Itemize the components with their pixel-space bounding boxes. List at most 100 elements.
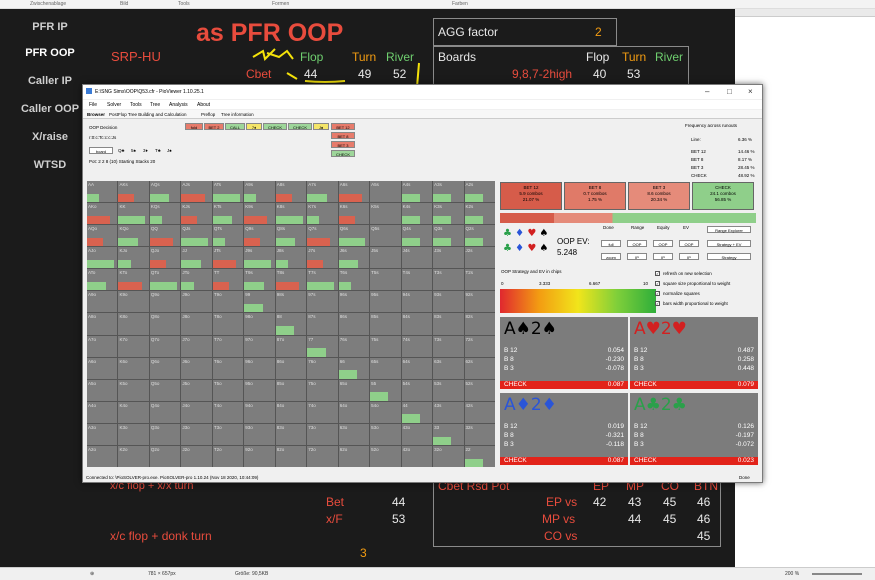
hand-cell[interactable]: T8s — [275, 269, 307, 291]
hand-cell[interactable]: K2o — [118, 445, 149, 467]
hand-cell[interactable]: JTs — [212, 247, 244, 269]
menu-solver[interactable]: Solver — [107, 102, 121, 108]
hand-cell[interactable]: 93s — [433, 291, 464, 313]
hand-cell[interactable]: T9o — [212, 291, 244, 313]
hand-cell[interactable]: K9s — [244, 203, 275, 225]
hand-cell[interactable]: 92o — [244, 445, 275, 467]
minimize-icon[interactable]: – — [705, 87, 709, 96]
hand-cell[interactable]: A8o — [87, 313, 118, 335]
hand-cell[interactable]: K6o — [118, 357, 149, 379]
hand-cell[interactable]: J5o — [181, 379, 212, 401]
ribbon-tools[interactable]: Tools — [178, 1, 190, 7]
hand-cell[interactable]: J9s — [244, 247, 275, 269]
hand-cell[interactable]: T7s — [307, 269, 338, 291]
hand-cell[interactable]: T6o — [212, 357, 244, 379]
hand-cell[interactable]: A9s — [244, 181, 275, 203]
hand-cell[interactable]: 86o — [275, 357, 307, 379]
hand-cell[interactable]: AQo — [87, 225, 118, 247]
hand-cell[interactable]: 52o — [370, 445, 401, 467]
hand-cell[interactable]: T9s — [244, 269, 275, 291]
menu-tools[interactable]: Tools — [130, 102, 142, 108]
hand-cell[interactable]: 32o — [433, 445, 464, 467]
combo-panel[interactable]: A♠2♠ B 12 0.054 B 8 -0.230 B 3 -0.078 CHECK 0.08… — [500, 317, 628, 389]
hand-cell[interactable]: 55 — [370, 379, 401, 401]
hand-cell[interactable]: K8s — [275, 203, 307, 225]
hand-cell[interactable]: QTo — [149, 269, 181, 291]
hand-cell[interactable]: K4o — [118, 401, 149, 423]
hand-cell[interactable]: 63s — [433, 357, 464, 379]
hand-cell[interactable]: K2s — [464, 203, 495, 225]
hand-cell[interactable]: 83s — [433, 313, 464, 335]
hand-cell[interactable]: 86s — [338, 313, 370, 335]
hand-cell[interactable]: Q6s — [338, 225, 370, 247]
hand-cell[interactable]: KJo — [118, 247, 149, 269]
hand-cell[interactable]: A8s — [275, 181, 307, 203]
hand-cell[interactable]: A3s — [433, 181, 464, 203]
hand-cell[interactable]: 72o — [307, 445, 338, 467]
combo-panel[interactable]: A♥2♥ B 12 0.487 B 8 0.258 B 3 0.448 CHECK 0.079 — [630, 317, 758, 389]
menu-about[interactable]: About — [197, 102, 210, 108]
hand-cell[interactable]: T4s — [401, 269, 433, 291]
action-check-1[interactable]: CHECK — [263, 123, 287, 130]
hand-cell[interactable]: JTo — [181, 269, 212, 291]
tab-tree-information[interactable]: Tree information — [221, 112, 254, 117]
hand-cell[interactable]: 65o — [338, 379, 370, 401]
hand-cell[interactable]: 53o — [370, 423, 401, 445]
hand-cell[interactable]: 54s — [401, 379, 433, 401]
hand-cell[interactable]: 62s — [464, 357, 495, 379]
hand-cell[interactable]: A6s — [338, 181, 370, 203]
hand-cell[interactable]: J3o — [181, 423, 212, 445]
hand-cell[interactable]: 22 — [464, 445, 495, 467]
hand-cell[interactable]: 33 — [433, 423, 464, 445]
hand-cell[interactable]: J2s — [464, 247, 495, 269]
option-checkbox[interactable]: ✓ — [655, 281, 660, 286]
sidebar-item-caller-ip[interactable]: Caller IP — [14, 75, 86, 87]
hand-cell[interactable]: 95s — [370, 291, 401, 313]
hand-cell[interactable]: T3o — [212, 423, 244, 445]
hand-cell[interactable]: KQs — [149, 203, 181, 225]
hand-cell[interactable]: 54o — [370, 401, 401, 423]
option-checkbox[interactable]: ✓ — [655, 301, 660, 306]
hand-cell[interactable]: KTs — [212, 203, 244, 225]
ev-oop-button[interactable]: OOP — [679, 240, 699, 247]
hand-cell[interactable]: A7s — [307, 181, 338, 203]
hand-cell[interactable]: Q4o — [149, 401, 181, 423]
action-turn-card[interactable]: 7♦ — [246, 123, 262, 130]
action-check-2[interactable]: CHECK — [288, 123, 312, 130]
hand-cell[interactable]: 98s — [275, 291, 307, 313]
hand-cell[interactable]: 73s — [433, 335, 464, 357]
hand-cell[interactable]: K6s — [338, 203, 370, 225]
hand-cell[interactable]: J3s — [433, 247, 464, 269]
hand-cell[interactable]: J4o — [181, 401, 212, 423]
ribbon-clipboard[interactable]: Zwischenablage — [30, 1, 66, 7]
hand-cell[interactable]: J7o — [181, 335, 212, 357]
hand-cell[interactable]: 74o — [307, 401, 338, 423]
hand-cell[interactable]: A7o — [87, 335, 118, 357]
hand-cell[interactable]: 92s — [464, 291, 495, 313]
hand-cell[interactable]: Q2s — [464, 225, 495, 247]
suit-filter-icons-2[interactable]: ♣ ♦ ♥ ♠ — [503, 243, 548, 254]
hand-cell[interactable]: 76o — [307, 357, 338, 379]
ev-ip-button[interactable]: IP — [679, 253, 699, 260]
zoom-slider[interactable] — [812, 573, 862, 575]
hand-cell[interactable]: 87o — [275, 335, 307, 357]
hand-cell[interactable]: T2s — [464, 269, 495, 291]
hand-cell[interactable]: 87s — [307, 313, 338, 335]
hand-cell[interactable]: AA — [87, 181, 118, 203]
range-ip-button[interactable]: IP — [627, 253, 647, 260]
tab-postflop[interactable]: PostFlop Tree Building and Calculation — [109, 112, 187, 117]
hand-cell[interactable]: 64s — [401, 357, 433, 379]
menu-file[interactable]: File — [89, 102, 97, 108]
option-checkbox[interactable]: ✓ — [655, 291, 660, 296]
hand-cell[interactable]: 94s — [401, 291, 433, 313]
hand-cell[interactable]: 99 — [244, 291, 275, 313]
hand-cell[interactable]: 42s — [464, 401, 495, 423]
hand-cell[interactable]: Q2o — [149, 445, 181, 467]
strategy-box[interactable]: BET 8 0.7 combos 1.75 % — [564, 182, 626, 210]
hand-cell[interactable]: Q7o — [149, 335, 181, 357]
hand-cell[interactable]: K3s — [433, 203, 464, 225]
equity-oop-button[interactable]: OOP — [653, 240, 673, 247]
hand-cell[interactable]: 64o — [338, 401, 370, 423]
hand-cell[interactable]: K7s — [307, 203, 338, 225]
option-checkbox[interactable]: ✓ — [655, 271, 660, 276]
